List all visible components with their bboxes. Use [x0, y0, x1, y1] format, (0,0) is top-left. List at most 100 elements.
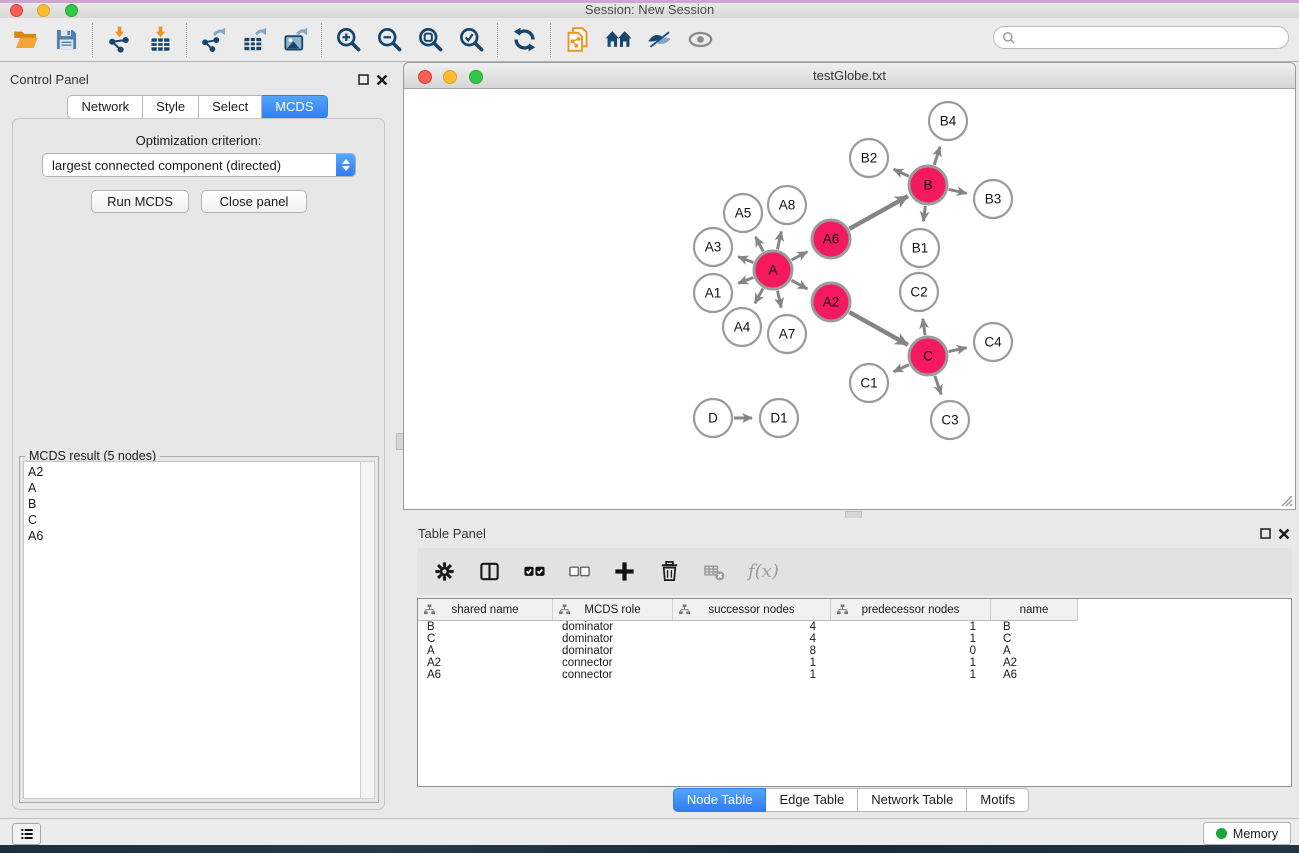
- close-panel-icon[interactable]: [376, 73, 388, 91]
- cell-successor-nodes[interactable]: 1: [673, 657, 831, 669]
- edge-B-B1[interactable]: [923, 206, 925, 221]
- table-row[interactable]: A6connector11A6: [418, 669, 1291, 681]
- node-A[interactable]: A: [754, 251, 792, 289]
- node-B1[interactable]: B1: [901, 229, 939, 267]
- cell-MCDS-role[interactable]: connector: [553, 669, 673, 681]
- edge-B-B2[interactable]: [894, 169, 909, 176]
- node-C4[interactable]: C4: [974, 323, 1012, 361]
- network-graph-canvas[interactable]: B4B2BB3A5A8A6A3AB1A1C2A2A4A7C4CC1DD1C3: [405, 88, 1294, 509]
- edge-B-B4[interactable]: [934, 147, 940, 165]
- tab-select[interactable]: Select: [199, 95, 262, 119]
- table-float-panel-icon[interactable]: [1260, 527, 1272, 545]
- cell-MCDS-role[interactable]: connector: [553, 657, 673, 669]
- run-mcds-button[interactable]: Run MCDS: [91, 190, 189, 213]
- node-A8[interactable]: A8: [768, 186, 806, 224]
- node-C3[interactable]: C3: [931, 401, 969, 439]
- tab-motifs[interactable]: Motifs: [967, 788, 1029, 812]
- cell-shared-name[interactable]: A: [418, 645, 553, 657]
- table-row[interactable]: Cdominator41C: [418, 633, 1291, 645]
- node-A1[interactable]: A1: [694, 274, 732, 312]
- export-image-icon[interactable]: [282, 26, 309, 53]
- edge-A-A2[interactable]: [791, 280, 807, 289]
- search-input[interactable]: [1016, 30, 1270, 46]
- cell-successor-nodes[interactable]: 4: [673, 621, 831, 633]
- cell-name[interactable]: A: [991, 645, 1078, 657]
- node-D1[interactable]: D1: [760, 399, 798, 437]
- edge-A-A4[interactable]: [755, 288, 763, 303]
- import-table-icon[interactable]: [147, 26, 174, 53]
- home-view-icon[interactable]: [605, 26, 632, 53]
- import-network-icon[interactable]: [106, 26, 133, 53]
- select-all-checkboxes-icon[interactable]: [523, 560, 546, 583]
- table-row[interactable]: A2connector11A2: [418, 657, 1291, 669]
- column-header-predecessor-nodes[interactable]: predecessor nodes: [831, 599, 991, 621]
- column-header-shared-name[interactable]: shared name: [418, 599, 553, 621]
- export-table-icon[interactable]: [241, 26, 268, 53]
- edge-A6-B[interactable]: [849, 196, 908, 229]
- zoom-selected-icon[interactable]: [458, 26, 485, 53]
- node-A5[interactable]: A5: [724, 194, 762, 232]
- tab-network-table[interactable]: Network Table: [858, 788, 967, 812]
- cell-name[interactable]: B: [991, 621, 1078, 633]
- float-panel-icon[interactable]: [358, 73, 370, 91]
- edge-A-A7[interactable]: [777, 291, 781, 308]
- node-A3[interactable]: A3: [694, 228, 732, 266]
- node-B4[interactable]: B4: [929, 102, 967, 140]
- node-C1[interactable]: C1: [850, 364, 888, 402]
- column-header-name[interactable]: name: [991, 599, 1078, 621]
- result-item[interactable]: A2: [28, 464, 361, 480]
- node-A4[interactable]: A4: [723, 308, 761, 346]
- cell-successor-nodes[interactable]: 8: [673, 645, 831, 657]
- optimization-criterion-dropdown[interactable]: largest connected component (directed): [42, 153, 356, 177]
- refresh-icon[interactable]: [511, 26, 538, 53]
- node-C[interactable]: C: [909, 337, 947, 375]
- cell-shared-name[interactable]: B: [418, 621, 553, 633]
- eye-icon[interactable]: [687, 26, 714, 53]
- cell-shared-name[interactable]: A6: [418, 669, 553, 681]
- cell-name[interactable]: A6: [991, 669, 1078, 681]
- cell-MCDS-role[interactable]: dominator: [553, 633, 673, 645]
- cell-predecessor-nodes[interactable]: 0: [831, 645, 991, 657]
- gear-icon[interactable]: [433, 560, 456, 583]
- edge-C-C4[interactable]: [949, 348, 967, 352]
- tab-mcds[interactable]: MCDS: [262, 95, 327, 119]
- save-session-icon[interactable]: [53, 26, 80, 53]
- node-A7[interactable]: A7: [768, 315, 806, 353]
- close-panel-button[interactable]: Close panel: [201, 190, 307, 213]
- cell-shared-name[interactable]: C: [418, 633, 553, 645]
- node-A2[interactable]: A2: [812, 283, 850, 321]
- edge-C-C3[interactable]: [935, 376, 941, 395]
- cell-name[interactable]: A2: [991, 657, 1078, 669]
- export-network-icon[interactable]: [200, 26, 227, 53]
- edge-A-A3[interactable]: [738, 257, 753, 263]
- result-list-scrollbar[interactable]: [360, 461, 375, 799]
- node-B2[interactable]: B2: [850, 139, 888, 177]
- tab-node-table[interactable]: Node Table: [673, 788, 767, 812]
- tab-network[interactable]: Network: [67, 95, 143, 119]
- edge-A-A5[interactable]: [756, 237, 764, 252]
- zoom-in-icon[interactable]: [335, 26, 362, 53]
- cell-predecessor-nodes[interactable]: 1: [831, 669, 991, 681]
- node-C2[interactable]: C2: [900, 273, 938, 311]
- search-field[interactable]: [993, 26, 1289, 49]
- column-header-MCDS-role[interactable]: MCDS role: [553, 599, 673, 621]
- task-history-button[interactable]: [12, 823, 41, 845]
- result-item[interactable]: A: [28, 480, 361, 496]
- node-D[interactable]: D: [694, 399, 732, 437]
- result-item[interactable]: B: [28, 496, 361, 512]
- add-column-icon[interactable]: [613, 560, 636, 583]
- cell-successor-nodes[interactable]: 4: [673, 633, 831, 645]
- node-A6[interactable]: A6: [812, 220, 850, 258]
- edge-C-C1[interactable]: [894, 365, 909, 372]
- cell-shared-name[interactable]: A2: [418, 657, 553, 669]
- edge-B-B3[interactable]: [949, 189, 967, 193]
- result-item[interactable]: C: [28, 512, 361, 528]
- node-B3[interactable]: B3: [974, 180, 1012, 218]
- edge-A2-C[interactable]: [849, 312, 908, 345]
- tab-edge-table[interactable]: Edge Table: [766, 788, 858, 812]
- copy-network-icon[interactable]: [564, 26, 591, 53]
- delete-column-icon[interactable]: [658, 560, 681, 583]
- window-resize-grip[interactable]: [1279, 493, 1293, 507]
- zoom-out-icon[interactable]: [376, 26, 403, 53]
- split-columns-icon[interactable]: [478, 560, 501, 583]
